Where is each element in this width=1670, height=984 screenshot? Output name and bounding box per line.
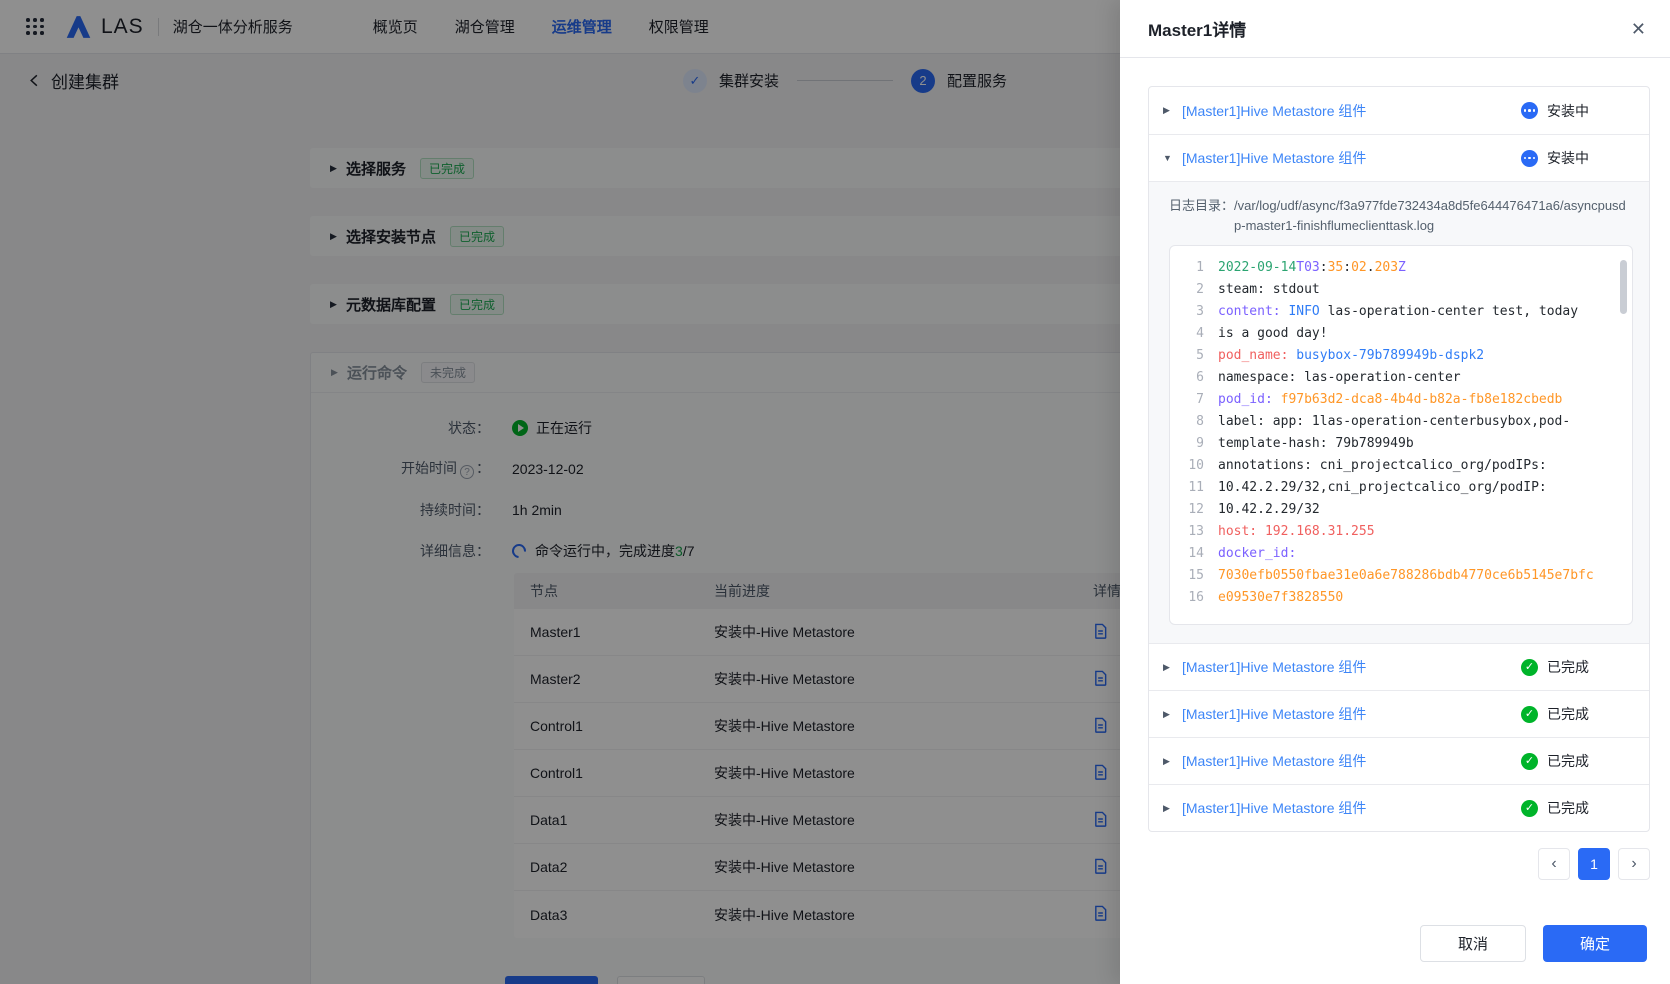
close-icon[interactable]: ✕ (1631, 20, 1646, 38)
done-status-icon: ✓ (1521, 659, 1538, 676)
log-line: 12 10.42.2.29/32 (1178, 499, 1622, 521)
log-line-number: 9 (1178, 433, 1204, 455)
component-row-expanded[interactable]: ▼ [Master1]Hive Metastore 组件 安装中 (1149, 134, 1649, 181)
log-line-number: 14 (1178, 543, 1204, 565)
caret-right-icon[interactable]: ▶ (1163, 709, 1182, 720)
log-line: 1 2022-09-14T03:35:02.203Z (1178, 257, 1622, 279)
log-line-text: namespace: las-operation-center (1218, 367, 1461, 389)
component-status: 已完成 (1547, 657, 1589, 677)
component-list: ▶ [Master1]Hive Metastore 组件 安装中 ▼ [Mast… (1148, 86, 1650, 832)
done-status-icon: ✓ (1521, 800, 1538, 817)
log-line-number: 3 (1178, 301, 1204, 323)
log-line: 7 pod_id: f97b63d2-dca8-4b4d-b82a-fb8e182… (1178, 389, 1622, 411)
log-line-text: annotations: cni_projectcalico_org/podIP… (1218, 455, 1547, 477)
component-row[interactable]: ▶ [Master1]Hive Metastore 组件 ✓ 已完成 (1149, 690, 1649, 737)
log-line-text: pod_name: busybox-79b789949b-dspk2 (1218, 345, 1484, 367)
component-row[interactable]: ▶ [Master1]Hive Metastore 组件 ✓ 已完成 (1149, 643, 1649, 690)
log-line: 2 steam: stdout (1178, 279, 1622, 301)
component-status: 安装中 (1547, 101, 1589, 121)
component-status: 已完成 (1547, 704, 1589, 724)
log-line-text: 10.42.2.29/32 (1218, 499, 1320, 521)
log-line-number: 10 (1178, 455, 1204, 477)
log-line-text: 10.42.2.29/32,cni_projectcalico_org/podI… (1218, 477, 1547, 499)
log-line: 3 content: INFO las-operation-center test… (1178, 301, 1622, 323)
log-line-number: 7 (1178, 389, 1204, 411)
log-line-number: 12 (1178, 499, 1204, 521)
log-line: 11 10.42.2.29/32,cni_projectcalico_org/po… (1178, 477, 1622, 499)
component-row[interactable]: ▶ [Master1]Hive Metastore 组件 ✓ 已完成 (1149, 784, 1649, 831)
log-directory-path: /var/log/udf/async/f3a977fde732434a8d5fe… (1234, 196, 1630, 236)
confirm-button[interactable]: 确定 (1543, 925, 1647, 962)
next-page-button[interactable]: › (1618, 848, 1650, 880)
log-line-number: 4 (1178, 323, 1204, 345)
log-line: 9 template-hash: 79b789949b (1178, 433, 1622, 455)
log-line-text: template-hash: 79b789949b (1218, 433, 1414, 455)
log-line-number: 15 (1178, 565, 1204, 587)
component-link[interactable]: [Master1]Hive Metastore 组件 (1182, 751, 1366, 771)
log-line: 10 annotations: cni_projectcalico_org/pod… (1178, 455, 1622, 477)
page-1-button[interactable]: 1 (1578, 848, 1610, 880)
log-line: 13 host: 192.168.31.255 (1178, 521, 1622, 543)
log-line-text: host: 192.168.31.255 (1218, 521, 1375, 543)
component-link[interactable]: [Master1]Hive Metastore 组件 (1182, 798, 1366, 818)
drawer-title: Master1详情 (1148, 16, 1246, 41)
component-row[interactable]: ▶ [Master1]Hive Metastore 组件 安装中 (1149, 87, 1649, 134)
log-directory-label: 日志目录： (1169, 196, 1234, 236)
component-link[interactable]: [Master1]Hive Metastore 组件 (1182, 148, 1366, 168)
component-status: 已完成 (1547, 751, 1589, 771)
log-viewer[interactable]: 12022-09-14T03:35:02.203Z2steam: stdout3… (1169, 245, 1633, 625)
caret-right-icon[interactable]: ▶ (1163, 105, 1182, 116)
prev-page-button[interactable]: ‹ (1538, 848, 1570, 880)
log-line-number: 2 (1178, 279, 1204, 301)
installing-status-icon (1521, 150, 1538, 167)
log-line-number: 11 (1178, 477, 1204, 499)
log-line-text: 7030efb0550fbae31e0a6e788286bdb4770ce6b5… (1218, 565, 1594, 587)
pagination: ‹ 1 › (1148, 848, 1650, 880)
log-line-text: 2022-09-14T03:35:02.203Z (1218, 257, 1406, 279)
done-status-icon: ✓ (1521, 753, 1538, 770)
log-line-number: 5 (1178, 345, 1204, 367)
component-link[interactable]: [Master1]Hive Metastore 组件 (1182, 657, 1366, 677)
log-line-number: 6 (1178, 367, 1204, 389)
log-line: 8 label: app: 1las-operation-centerbusybo… (1178, 411, 1622, 433)
log-line: 15 7030efb0550fbae31e0a6e788286bdb4770ce6… (1178, 565, 1622, 587)
log-line-number: 1 (1178, 257, 1204, 279)
log-line: 16 e09530e7f3828550 (1178, 587, 1622, 609)
log-line-text: label: app: 1las-operation-centerbusybox… (1218, 411, 1570, 433)
log-line-text: docker_id: (1218, 543, 1296, 565)
log-line-text: steam: stdout (1218, 279, 1320, 301)
log-line: 5 pod_name: busybox-79b789949b-dspk2 (1178, 345, 1622, 367)
log-line-text: is a good day! (1218, 323, 1328, 345)
component-row[interactable]: ▶ [Master1]Hive Metastore 组件 ✓ 已完成 (1149, 737, 1649, 784)
log-directory: 日志目录： /var/log/udf/async/f3a977fde732434… (1169, 196, 1633, 236)
log-line-text: pod_id: f97b63d2-dca8-4b4d-b82a-fb8e182c… (1218, 389, 1562, 411)
log-line-text: e09530e7f3828550 (1218, 587, 1343, 609)
cancel-button[interactable]: 取消 (1420, 925, 1526, 962)
done-status-icon: ✓ (1521, 706, 1538, 723)
log-line-number: 16 (1178, 587, 1204, 609)
log-line: 6 namespace: las-operation-center (1178, 367, 1622, 389)
caret-down-icon[interactable]: ▼ (1163, 153, 1182, 163)
component-link[interactable]: [Master1]Hive Metastore 组件 (1182, 101, 1366, 121)
caret-right-icon[interactable]: ▶ (1163, 756, 1182, 767)
log-section: 日志目录： /var/log/udf/async/f3a977fde732434… (1149, 181, 1649, 643)
log-line-number: 13 (1178, 521, 1204, 543)
log-line-text: content: INFO las-operation-center test,… (1218, 301, 1578, 323)
component-status: 已完成 (1547, 798, 1589, 818)
log-line: 4 is a good day! (1178, 323, 1622, 345)
component-status: 安装中 (1547, 148, 1589, 168)
master1-detail-drawer: Master1详情 ✕ ▶ [Master1]Hive Metastore 组件… (1120, 0, 1670, 984)
component-link[interactable]: [Master1]Hive Metastore 组件 (1182, 704, 1366, 724)
log-code: 12022-09-14T03:35:02.203Z2steam: stdout3… (1178, 257, 1622, 609)
log-line: 14 docker_id: (1178, 543, 1622, 565)
installing-status-icon (1521, 102, 1538, 119)
caret-right-icon[interactable]: ▶ (1163, 662, 1182, 673)
scrollbar-thumb[interactable] (1620, 260, 1627, 314)
caret-right-icon[interactable]: ▶ (1163, 803, 1182, 814)
log-line-number: 8 (1178, 411, 1204, 433)
